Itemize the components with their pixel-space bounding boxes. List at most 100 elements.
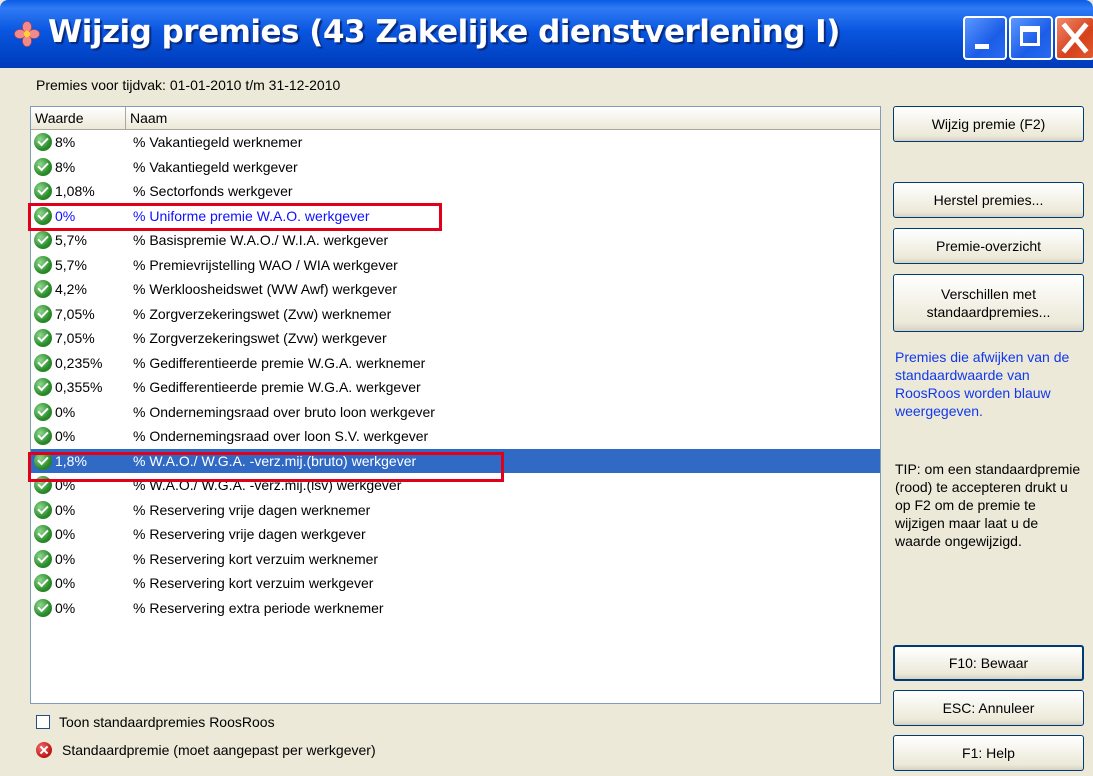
value-cell: 7,05%	[31, 304, 126, 323]
edit-premium-label: Wijzig premie (F2)	[931, 116, 1046, 132]
green-check-icon	[34, 133, 52, 152]
table-row[interactable]: 5,7% % Premievrijstelling WAO / WIA werkg…	[31, 253, 880, 278]
row-name: % Sectorfonds werkgever	[133, 183, 293, 200]
table-row[interactable]: 5,7% % Basispremie W.A.O./ W.I.A. werkgev…	[31, 228, 880, 253]
value-cell: 0,355%	[31, 378, 126, 397]
row-value: 5,7%	[55, 256, 87, 273]
edit-premium-button[interactable]: Wijzig premie (F2)	[893, 106, 1084, 142]
table-row[interactable]: 1,08% % Sectorfonds werkgever	[31, 179, 880, 204]
table-row[interactable]: 0,235% % Gedifferentieerde premie W.G.A. …	[31, 351, 880, 376]
row-name: % Gedifferentieerde premie W.G.A. werkne…	[133, 354, 426, 371]
row-value: 1,08%	[55, 183, 95, 200]
row-value: 0%	[55, 501, 76, 518]
row-name: % Basispremie W.A.O./ W.I.A. werkgever	[133, 232, 389, 249]
show-defaults-option[interactable]: Toon standaardpremies RoosRoos	[36, 714, 275, 730]
green-check-icon	[34, 378, 52, 397]
column-header-waarde[interactable]: Waarde	[31, 107, 126, 129]
restore-premiums-label: Herstel premies...	[933, 192, 1044, 208]
row-name: % Ondernemingsraad over bruto loon werkg…	[133, 403, 435, 420]
table-row[interactable]: 8% % Vakantiegeld werknemer	[31, 130, 880, 155]
value-cell: 1,08%	[31, 182, 126, 201]
row-name: % Reservering extra periode werknemer	[133, 599, 384, 616]
row-value: 0,355%	[55, 379, 103, 396]
highlight-box-uniforme-premie	[28, 203, 442, 231]
table-row[interactable]: 7,05% % Zorgverzekeringswet (Zvw) werkgev…	[31, 326, 880, 351]
help-button[interactable]: F1: Help	[893, 735, 1084, 771]
column-header-naam[interactable]: Naam	[126, 107, 880, 129]
value-cell: 4,2%	[31, 280, 126, 299]
row-value: 5,7%	[55, 232, 87, 249]
help-label: F1: Help	[962, 745, 1015, 761]
table-row[interactable]: 0% % Reservering extra periode werknemer	[31, 596, 880, 621]
green-check-icon	[34, 598, 52, 617]
red-error-icon	[36, 742, 52, 758]
row-value: 0,235%	[55, 354, 103, 371]
row-name: % Reservering vrije dagen werknemer	[133, 501, 371, 518]
value-cell: 0%	[31, 427, 126, 446]
list-header: Waarde Naam	[31, 107, 880, 130]
cancel-label: ESC: Annuleer	[942, 700, 1035, 716]
differences-button[interactable]: Verschillen met standaardpremies...	[893, 274, 1084, 332]
premium-overview-label: Premie-overzicht	[935, 238, 1042, 254]
row-name: % Reservering vrije dagen werkgever	[133, 526, 366, 543]
green-check-icon	[34, 525, 52, 544]
table-row[interactable]: 8% % Vakantiegeld werkgever	[31, 155, 880, 180]
premium-overview-button[interactable]: Premie-overzicht	[893, 228, 1084, 264]
value-cell: 7,05%	[31, 329, 126, 348]
row-value: 0%	[55, 526, 76, 543]
close-button[interactable]	[1055, 16, 1093, 60]
table-row[interactable]: 0% % Reservering kort verzuim werknemer	[31, 547, 880, 572]
table-row[interactable]: 4,2% % Werkloosheidswet (WW Awf) werkgeve…	[31, 277, 880, 302]
value-cell: 5,7%	[31, 231, 126, 250]
value-cell: 5,7%	[31, 255, 126, 274]
green-check-icon	[34, 500, 52, 519]
value-cell: 0%	[31, 598, 126, 617]
table-row[interactable]: 0% % Reservering kort verzuim werkgever	[31, 571, 880, 596]
value-cell: 0%	[31, 500, 126, 519]
save-label: F10: Bewaar	[948, 655, 1029, 671]
row-name: % Gedifferentieerde premie W.G.A. werkge…	[133, 379, 421, 396]
differences-label-line1: Verschillen met	[941, 286, 1036, 302]
cancel-button[interactable]: ESC: Annuleer	[893, 690, 1084, 726]
row-value: 7,05%	[55, 330, 95, 347]
title-bar[interactable]: Wijzig premies (43 Zakelijke dienstverle…	[0, 0, 1093, 68]
row-name: % Ondernemingsraad over loon S.V. werkge…	[133, 428, 429, 445]
value-cell: 8%	[31, 157, 126, 176]
table-row[interactable]: 0% % Ondernemingsraad over bruto loon wer…	[31, 400, 880, 425]
restore-premiums-button[interactable]: Herstel premies...	[893, 182, 1084, 218]
show-defaults-checkbox[interactable]	[36, 715, 50, 729]
value-cell: 0%	[31, 574, 126, 593]
row-name: % Reservering kort verzuim werknemer	[133, 550, 379, 567]
table-row[interactable]: 0% % Reservering vrije dagen werkgever	[31, 522, 880, 547]
value-cell: 8%	[31, 133, 126, 152]
green-check-icon	[34, 353, 52, 372]
green-check-icon	[34, 280, 52, 299]
row-name: % Premievrijstelling WAO / WIA werkgever	[133, 256, 398, 273]
save-button[interactable]: F10: Bewaar	[893, 645, 1084, 681]
value-cell: 0%	[31, 525, 126, 544]
premies-dialog: Wijzig premies (43 Zakelijke dienstverle…	[0, 0, 1093, 776]
maximize-button[interactable]	[1009, 16, 1053, 60]
row-name: % Werkloosheidswet (WW Awf) werkgever	[133, 281, 397, 298]
app-flower-icon	[14, 21, 40, 47]
table-row[interactable]: 7,05% % Zorgverzekeringswet (Zvw) werknem…	[31, 302, 880, 327]
minimize-button[interactable]	[963, 16, 1007, 60]
window-title: Wijzig premies (43 Zakelijke dienstverle…	[48, 14, 840, 50]
green-check-icon	[34, 574, 52, 593]
row-value: 0%	[55, 403, 76, 420]
green-check-icon	[34, 182, 52, 201]
green-check-icon	[34, 402, 52, 421]
differences-label-line2: standaardpremies...	[926, 304, 1051, 320]
table-row[interactable]: 0% % Ondernemingsraad over loon S.V. werk…	[31, 424, 880, 449]
green-check-icon	[34, 549, 52, 568]
table-row[interactable]: 0,355% % Gedifferentieerde premie W.G.A. …	[31, 375, 880, 400]
green-check-icon	[34, 304, 52, 323]
show-defaults-label: Toon standaardpremies RoosRoos	[59, 714, 275, 730]
period-label: Premies voor tijdvak:	[36, 77, 166, 93]
row-name: % Reservering kort verzuim werkgever	[133, 575, 374, 592]
row-value: 0%	[55, 428, 76, 445]
legend: Standaardpremie (moet aangepast per werk…	[36, 742, 376, 758]
table-row[interactable]: 0% % Reservering vrije dagen werknemer	[31, 498, 880, 523]
premies-list[interactable]: Waarde Naam 8%% Vakantiegeld werknemer 8%…	[30, 106, 881, 704]
legend-label: Standaardpremie (moet aangepast per werk…	[62, 742, 376, 758]
